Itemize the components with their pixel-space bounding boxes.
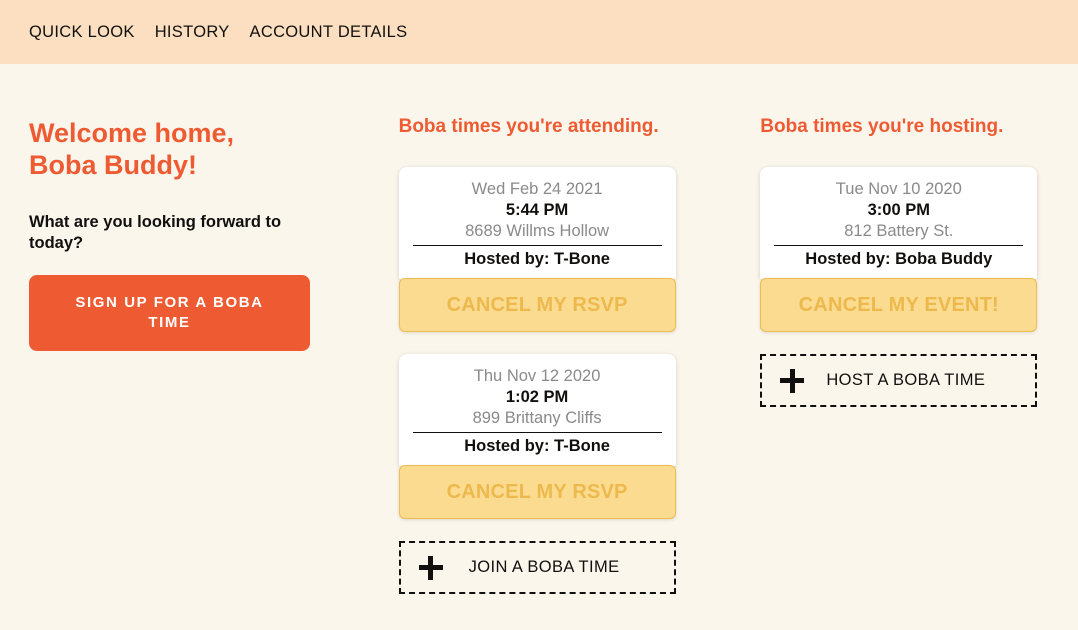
event-date: Wed Feb 24 2021 (471, 180, 603, 198)
main-content: Welcome home, Boba Buddy! What are you l… (0, 64, 1078, 595)
host-a-boba-time-button[interactable]: Host A Boba Time (760, 354, 1038, 408)
nav-link-quick-look[interactable]: Quick Look (29, 23, 135, 42)
event-date: Tue Nov 10 2020 (835, 180, 962, 198)
event-host: Hosted by: Boba Buddy (805, 250, 993, 269)
event-card: Wed Feb 24 2021 5:44 PM 8689 Willms Holl… (398, 167, 676, 280)
event-location: 8689 Willms Hollow (412, 221, 662, 247)
plus-icon (418, 555, 443, 580)
event-card: Thu Nov 12 2020 1:02 PM 899 Brittany Cli… (398, 354, 676, 467)
cancel-my-rsvp-button[interactable]: Cancel My RSVP (398, 278, 676, 333)
event-time: 5:44 PM (505, 201, 569, 220)
hosting-event-item: Tue Nov 10 2020 3:00 PM 812 Battery St. … (760, 167, 1078, 333)
nav-link-account-details[interactable]: Account Details (250, 23, 408, 42)
attending-event-item: Wed Feb 24 2021 5:44 PM 8689 Willms Holl… (398, 167, 717, 333)
event-time: 3:00 PM (867, 201, 930, 220)
attending-event-item: Thu Nov 12 2020 1:02 PM 899 Brittany Cli… (398, 354, 717, 520)
hosting-heading: Boba times you're hosting. (760, 116, 1004, 137)
event-card: Tue Nov 10 2020 3:00 PM 812 Battery St. … (760, 167, 1038, 280)
event-date: Thu Nov 12 2020 (473, 367, 601, 386)
event-time: 1:02 PM (505, 388, 569, 407)
join-a-boba-time-button[interactable]: Join A Boba Time (398, 541, 676, 595)
top-navigation-bar: Quick Look History Account Details (0, 0, 1078, 64)
event-host: Hosted by: T-Bone (464, 250, 610, 269)
attending-column: Boba times you're attending. Wed Feb 24 … (398, 64, 717, 595)
welcome-subtitle: What are you looking forward to today? (29, 212, 282, 252)
page-title: Welcome home, Boba Buddy! (29, 118, 235, 180)
welcome-column: Welcome home, Boba Buddy! What are you l… (29, 64, 363, 351)
host-a-boba-time-label: Host A Boba Time (826, 371, 986, 390)
cancel-my-event-button[interactable]: Cancel My Event! (760, 278, 1038, 333)
cancel-my-rsvp-button[interactable]: Cancel My RSVP (398, 465, 676, 520)
join-a-boba-time-label: Join A Boba Time (468, 558, 620, 577)
event-location: 812 Battery St. (774, 221, 1024, 247)
plus-icon (780, 368, 805, 393)
hosting-column: Boba times you're hosting. Tue Nov 10 20… (760, 64, 1078, 408)
nav-link-history[interactable]: History (155, 23, 230, 42)
sign-up-for-boba-time-button[interactable]: Sign Up For A Boba Time (29, 274, 310, 351)
event-location: 899 Brittany Cliffs (412, 408, 662, 434)
event-host: Hosted by: T-Bone (464, 437, 610, 456)
attending-heading: Boba times you're attending. (398, 116, 659, 137)
